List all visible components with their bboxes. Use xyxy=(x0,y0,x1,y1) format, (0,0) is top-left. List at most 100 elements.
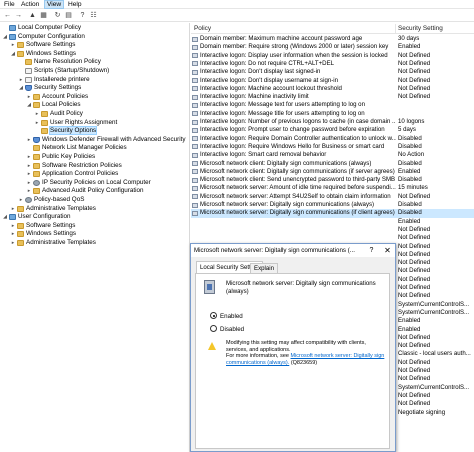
help-button[interactable]: ? xyxy=(365,244,378,257)
table-row[interactable]: Domain member: Maximum machine account p… xyxy=(191,35,474,43)
table-row[interactable]: Interactive logon: Machine account locko… xyxy=(191,85,474,93)
tree-node-user-configuration[interactable]: ◢ User Configuration xyxy=(2,213,71,222)
table-row[interactable]: Interactive logon: Message text for user… xyxy=(191,101,474,109)
menu-action[interactable]: Action xyxy=(19,0,41,9)
enabled-radio[interactable] xyxy=(210,312,217,319)
enabled-option[interactable]: Enabled xyxy=(210,312,243,321)
tree-node-local-policies[interactable]: ◢ Local Policies xyxy=(26,101,81,110)
forward-arrow-icon[interactable]: → xyxy=(14,11,23,20)
chevron-right-icon[interactable]: ▸ xyxy=(34,110,40,119)
warning-message: Modifying this setting may affect compat… xyxy=(226,340,388,366)
table-row[interactable]: Interactive logon: Display user informat… xyxy=(191,52,474,60)
table-row[interactable]: Interactive logon: Message title for use… xyxy=(191,110,474,118)
table-row[interactable]: Interactive logon: Don't display usernam… xyxy=(191,77,474,85)
tree-node-software-restriction[interactable]: ▸ Software Restriction Policies xyxy=(26,162,122,171)
close-button[interactable]: ✕ xyxy=(381,244,394,257)
table-row[interactable]: Microsoft network server: Digitally sign… xyxy=(191,201,474,209)
chevron-right-icon[interactable]: ▸ xyxy=(10,205,16,214)
column-header-policy[interactable]: Policy xyxy=(194,23,211,34)
chevron-right-icon[interactable]: ▸ xyxy=(18,196,24,205)
table-row[interactable]: Microsoft network server: Attempt S4U2Se… xyxy=(191,193,474,201)
menu-help[interactable]: Help xyxy=(66,0,84,9)
chevron-right-icon[interactable]: ▸ xyxy=(26,153,32,162)
tree-node-security-settings[interactable]: ◢ Security Settings xyxy=(18,84,81,93)
chevron-right-icon[interactable]: ▸ xyxy=(26,162,32,171)
tree-pane[interactable]: Local Computer Policy ◢ Computer Configur… xyxy=(0,23,190,452)
table-row[interactable]: Domain member: Require strong (Windows 2… xyxy=(191,43,474,51)
tree-node-advanced-audit-policy[interactable]: ▸ Advanced Audit Policy Configuration xyxy=(26,187,144,196)
chevron-right-icon[interactable]: ▸ xyxy=(26,179,32,188)
column-header-security-setting[interactable]: Security Setting xyxy=(398,23,443,34)
table-row[interactable]: Interactive logon: Require Domain Contro… xyxy=(191,135,474,143)
chevron-right-icon[interactable]: ▸ xyxy=(26,136,32,145)
table-row[interactable]: Microsoft network client: Send unencrypt… xyxy=(191,176,474,184)
table-row[interactable]: Interactive logon: Don't display last si… xyxy=(191,68,474,76)
table-row[interactable]: Enabled xyxy=(191,218,474,226)
table-row[interactable]: Interactive logon: Machine inactivity li… xyxy=(191,93,474,101)
tree-node-network-list-manager[interactable]: Network List Manager Policies xyxy=(26,144,127,153)
tree-node-user-software-settings[interactable]: ▸ Software Settings xyxy=(10,222,75,231)
help-icon[interactable]: ? xyxy=(78,11,87,20)
column-divider[interactable] xyxy=(395,24,396,33)
chevron-down-icon[interactable]: ◢ xyxy=(2,33,8,42)
tree-node-public-key-policies[interactable]: ▸ Public Key Policies xyxy=(26,153,95,162)
folder-up-icon[interactable]: ▲ xyxy=(28,11,37,20)
tree-node-administrative-templates[interactable]: ▸ Administrative Templates xyxy=(10,205,96,214)
table-row[interactable]: Microsoft network client: Digitally sign… xyxy=(191,168,474,176)
table-row[interactable]: Microsoft network client: Digitally sign… xyxy=(191,160,474,168)
table-row[interactable]: Interactive logon: Smart card removal be… xyxy=(191,151,474,159)
chevron-right-icon[interactable]: ▸ xyxy=(10,41,16,50)
tree-node-scripts[interactable]: Scripts (Startup/Shutdown) xyxy=(18,67,109,76)
tree-node-computer-configuration[interactable]: ◢ Computer Configuration xyxy=(2,33,85,42)
tree-node-user-windows-settings[interactable]: ▸ Windows Settings xyxy=(10,230,76,239)
tree-node-security-options[interactable]: Security Options xyxy=(34,126,98,136)
dialog-title-bar[interactable]: Microsoft network server: Digitally sign… xyxy=(191,244,395,257)
chevron-down-icon[interactable]: ◢ xyxy=(10,50,16,59)
tree-node-user-administrative-templates[interactable]: ▸ Administrative Templates xyxy=(10,239,96,248)
table-row[interactable]: Interactive logon: Require Windows Hello… xyxy=(191,143,474,151)
folder-icon xyxy=(33,93,40,100)
table-row[interactable]: Not Defined xyxy=(191,234,474,242)
chevron-down-icon[interactable]: ◢ xyxy=(26,101,32,110)
chevron-right-icon[interactable]: ▸ xyxy=(10,239,16,248)
export-list-icon[interactable]: ▤ xyxy=(64,11,73,20)
tree-node-policy-based-qos[interactable]: ▸ Policy-based QoS xyxy=(18,196,84,205)
tree-node-name-resolution-policy[interactable]: Name Resolution Policy xyxy=(18,58,101,67)
table-row[interactable]: Interactive logon: Prompt user to change… xyxy=(191,126,474,134)
properties-icon[interactable]: ☷ xyxy=(89,11,98,20)
table-row[interactable]: Interactive logon: Number of previous lo… xyxy=(191,118,474,126)
chevron-right-icon[interactable]: ▸ xyxy=(26,187,32,196)
table-row[interactable]: Not Defined xyxy=(191,226,474,234)
tree-node-account-policies[interactable]: ▸ Account Policies xyxy=(26,93,88,102)
disabled-radio[interactable] xyxy=(210,325,217,332)
chevron-right-icon[interactable]: ▸ xyxy=(10,230,16,239)
chevron-right-icon[interactable]: ▸ xyxy=(34,119,40,128)
tree-node-windows-defender-firewall[interactable]: ▸ Windows Defender Firewall with Advanced… xyxy=(26,136,186,145)
policy-item-icon xyxy=(192,119,198,125)
policy-name-cell: Interactive logon: Display user informat… xyxy=(200,51,388,59)
table-row[interactable]: Microsoft network server: Digitally sign… xyxy=(191,209,474,218)
refresh-icon[interactable]: ↻ xyxy=(53,11,62,20)
tree-node-user-rights-assignment[interactable]: ▸ User Rights Assignment xyxy=(34,119,117,128)
tree-node-audit-policy[interactable]: ▸ Audit Policy xyxy=(34,110,83,119)
menu-view[interactable]: View xyxy=(44,0,65,9)
chevron-right-icon[interactable]: ▸ xyxy=(26,170,32,179)
chevron-right-icon[interactable]: ▸ xyxy=(10,222,16,231)
chevron-right-icon[interactable]: ▸ xyxy=(18,76,24,85)
show-hide-tree-icon[interactable]: ▦ xyxy=(39,11,48,20)
tree-node-ip-security-policies[interactable]: ▸ IP Security Policies on Local Computer xyxy=(26,179,151,188)
tab-explain[interactable]: Explain xyxy=(250,263,278,273)
tree-node-software-settings[interactable]: ▸ Software Settings xyxy=(10,41,75,50)
tree-node-installed-printers[interactable]: ▸ Installerede printere xyxy=(18,76,90,85)
tree-node-windows-settings[interactable]: ◢ Windows Settings xyxy=(10,50,76,59)
tree-node-local-computer-policy[interactable]: Local Computer Policy xyxy=(2,24,81,33)
disabled-option[interactable]: Disabled xyxy=(210,325,244,334)
tree-node-application-control[interactable]: ▸ Application Control Policies xyxy=(26,170,118,179)
table-row[interactable]: Microsoft network server: Amount of idle… xyxy=(191,184,474,192)
menu-file[interactable]: File xyxy=(2,0,17,9)
table-row[interactable]: Interactive logon: Do not require CTRL+A… xyxy=(191,60,474,68)
chevron-down-icon[interactable]: ◢ xyxy=(18,84,24,93)
chevron-down-icon[interactable]: ◢ xyxy=(2,213,8,222)
chevron-right-icon[interactable]: ▸ xyxy=(26,93,32,102)
back-arrow-icon[interactable]: ← xyxy=(3,11,12,20)
